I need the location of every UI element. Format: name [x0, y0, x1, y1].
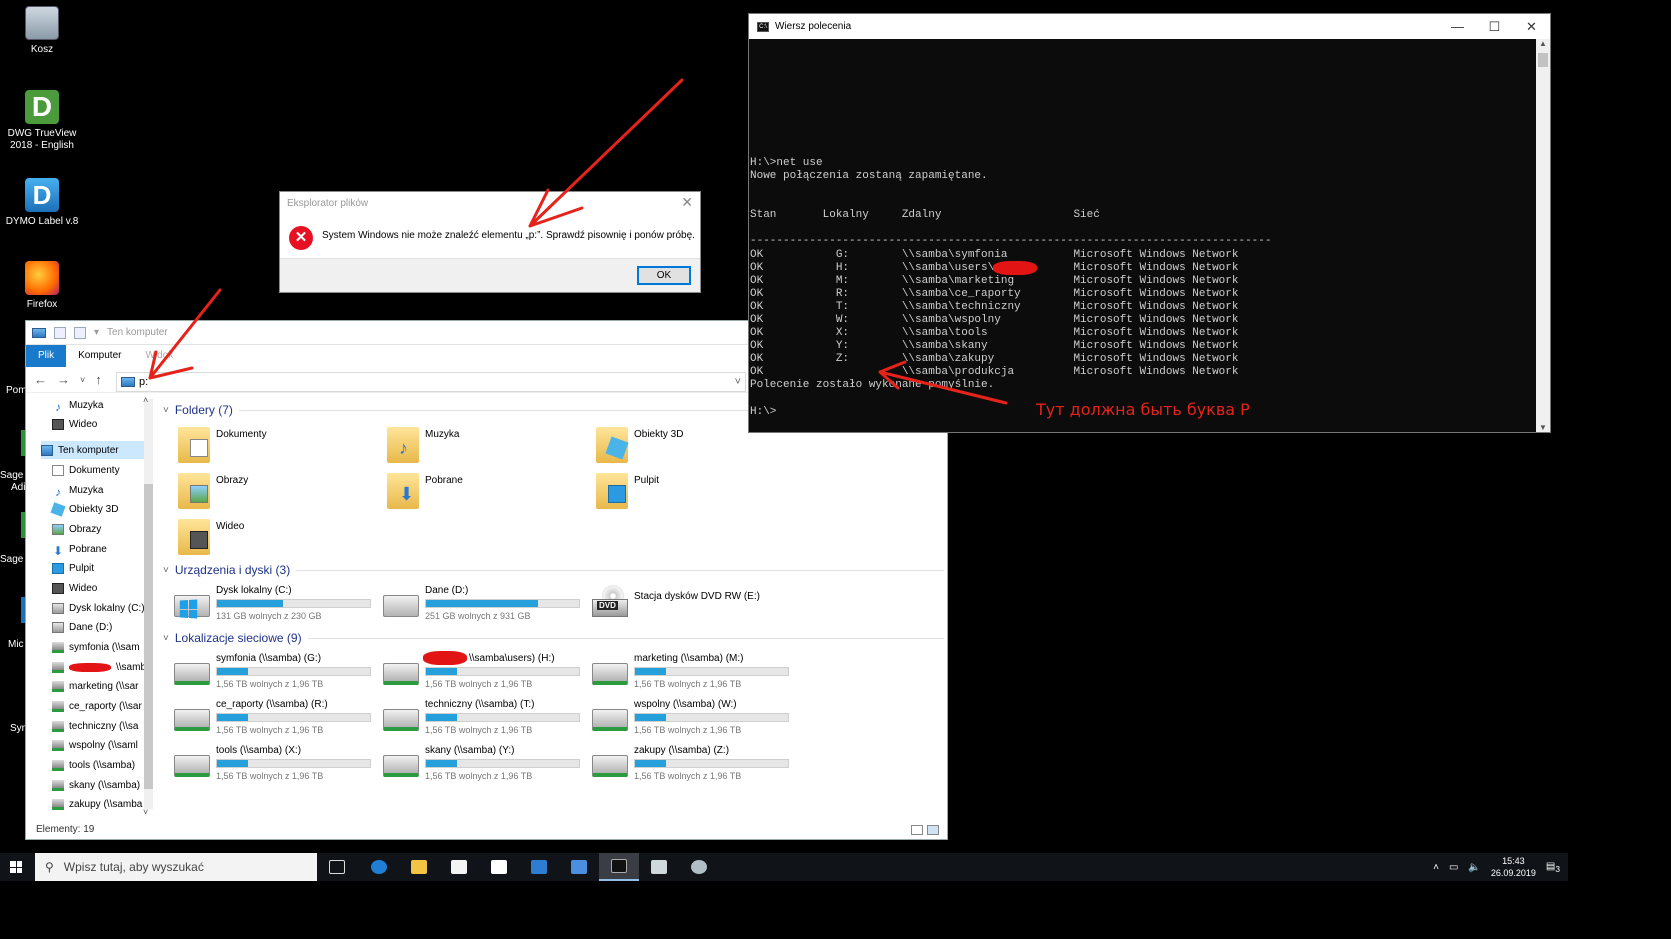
- annotation-arrows: [148, 78, 1008, 405]
- mail-icon[interactable]: [479, 853, 519, 881]
- store-icon[interactable]: [439, 853, 479, 881]
- search-placeholder: Wpisz tutaj, aby wyszukać: [63, 860, 204, 874]
- file-explorer-icon[interactable]: [399, 853, 439, 881]
- search-icon: ⚲: [45, 860, 54, 874]
- volume-icon[interactable]: 🔈: [1468, 862, 1480, 873]
- clock[interactable]: 15:43 26.09.2019: [1491, 855, 1536, 879]
- notifications-icon[interactable]: ▤3: [1546, 861, 1560, 874]
- taskbar: ⚲ Wpisz tutaj, aby wyszukać ˄ ▭ 🔈 15:43 …: [0, 853, 1568, 881]
- arrow-to-address: [148, 288, 222, 380]
- task-view-icon[interactable]: [317, 853, 357, 881]
- arrow-to-cmd: [878, 360, 1008, 405]
- windows-logo-icon: [10, 861, 22, 873]
- remote-desktop-icon[interactable]: [559, 853, 599, 881]
- show-hidden-icons-icon[interactable]: ˄: [1433, 862, 1439, 873]
- annotation-text: Тут должна быть буква Р: [1036, 400, 1250, 419]
- network-app-icon[interactable]: [639, 853, 679, 881]
- arrow-to-dialog: [528, 78, 684, 228]
- tool-icon[interactable]: [679, 853, 719, 881]
- network-icon[interactable]: ▭: [1449, 862, 1458, 873]
- edge-icon[interactable]: [359, 853, 399, 881]
- cmd-icon[interactable]: [599, 853, 639, 881]
- app-icon[interactable]: [519, 853, 559, 881]
- start-button[interactable]: [0, 853, 33, 881]
- system-tray: ˄ ▭ 🔈 15:43 26.09.2019 ▤3: [1433, 853, 1568, 881]
- taskbar-search[interactable]: ⚲ Wpisz tutaj, aby wyszukać: [35, 853, 317, 881]
